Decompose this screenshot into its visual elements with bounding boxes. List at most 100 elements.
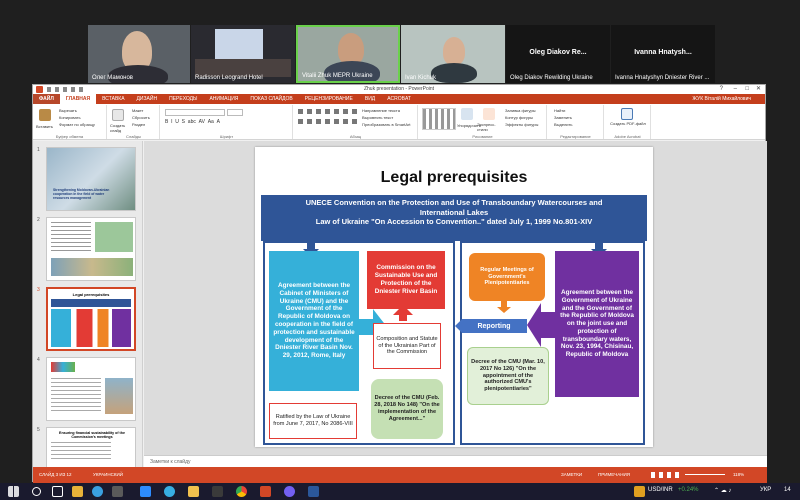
chrome-icon[interactable]	[236, 486, 247, 497]
new-slide-icon[interactable]	[112, 109, 124, 121]
meetings-box[interactable]: Regular Meetings of Government's Plenipo…	[469, 253, 545, 301]
video-tile-3[interactable]: Vitalii Zhuk MEPR Ukraine	[296, 25, 400, 83]
slide-thumbnail-4[interactable]	[46, 357, 136, 421]
tab-review[interactable]: РЕЦЕНЗИРОВАНИЕ	[299, 94, 359, 104]
zoom-slider[interactable]	[685, 474, 725, 475]
align-buttons[interactable]	[298, 119, 358, 124]
slide-thumbnails-pane[interactable]: 1 Strengthening Moldovan-Ukrainian coope…	[33, 141, 143, 467]
word-icon[interactable]	[308, 486, 319, 497]
video-tile-1[interactable]: Олег Мамонов	[88, 25, 190, 83]
telegram-icon[interactable]	[164, 486, 175, 497]
comments-toggle[interactable]: ПРИМЕЧАНИЯ	[598, 467, 630, 483]
zoom-level[interactable]: 118%	[733, 467, 744, 483]
shape-fill-button[interactable]: Заливка фигуры	[505, 108, 536, 113]
group-slides: Создать слайд Макет Сбросить Раздел Слай…	[108, 105, 160, 139]
gov-agreement-box[interactable]: Agreement between the Government of Ukra…	[555, 251, 639, 397]
format-painter-button[interactable]: Формат по образцу	[59, 122, 95, 127]
find-button[interactable]: Найти	[554, 108, 565, 113]
slide-editor[interactable]: Legal prerequisites UNECE Convention on …	[144, 141, 767, 455]
tab-animations[interactable]: АНИМАЦИЯ	[203, 94, 244, 104]
cut-button[interactable]: Вырезать	[59, 108, 77, 113]
composition-box[interactable]: Composition and Statute of the Ukrainian…	[373, 323, 441, 369]
keyboard-language[interactable]: УКР	[760, 487, 771, 493]
zoom-icon[interactable]	[140, 486, 151, 497]
close-icon[interactable]: ✕	[756, 85, 761, 94]
tab-view[interactable]: ВИД	[359, 94, 381, 104]
slide-thumbnail-5[interactable]: Ensuring financial sustainability of the…	[46, 427, 136, 467]
tray-icons[interactable]: ⌃ ☁ ♪	[714, 487, 731, 494]
task-view-icon[interactable]	[52, 486, 63, 497]
shape-outline-button[interactable]: Контур фигуры	[505, 115, 533, 120]
tab-file[interactable]: ФАЙЛ	[33, 94, 60, 104]
language-indicator[interactable]: УКРАИНСКИЙ	[93, 467, 123, 483]
copy-button[interactable]: Копировать	[59, 115, 81, 120]
thumb-header	[51, 299, 131, 307]
decree-appointment-box[interactable]: Decree of the CMU (Mar. 10, 2017 No 126)…	[467, 347, 549, 405]
minimize-icon[interactable]: –	[734, 85, 737, 94]
notes-toggle[interactable]: ЗАМЕТКИ	[561, 467, 582, 483]
powerpoint-taskbar-icon[interactable]	[260, 486, 271, 497]
reset-button[interactable]: Сбросить	[132, 115, 150, 120]
pdf-icon[interactable]	[621, 108, 633, 120]
decree-implementation-box[interactable]: Decree of the CMU (Feb. 28, 2018 No 148)…	[371, 379, 443, 439]
shape-effects-button[interactable]: Эффекты фигуры	[505, 122, 538, 127]
app-icon[interactable]	[212, 486, 223, 497]
video-tile-2[interactable]: Radisson Leogrand Hotel	[191, 25, 295, 83]
paste-icon[interactable]	[39, 109, 51, 121]
maximize-icon[interactable]: □	[745, 85, 749, 94]
video-tile-4[interactable]: Ivan Kichuk	[401, 25, 505, 83]
font-name-select[interactable]	[165, 109, 225, 116]
font-size-select[interactable]	[227, 109, 243, 116]
video-tile-5[interactable]: Oleg Diakov Re... Oleg Diakov Rewilding …	[506, 25, 610, 83]
tab-insert[interactable]: ВСТАВКА	[96, 94, 130, 104]
video-tile-6[interactable]: Ivanna Hnatysh... Ivanna Hnatyshyn Dnies…	[611, 25, 715, 83]
arrange-icon[interactable]	[461, 108, 473, 120]
file-explorer-icon[interactable]	[72, 486, 83, 497]
folder-icon[interactable]	[188, 486, 199, 497]
current-slide[interactable]: Legal prerequisites UNECE Convention on …	[255, 147, 653, 447]
tab-acrobat[interactable]: ACROBAT	[381, 94, 417, 104]
paste-button[interactable]: Вставить	[36, 124, 53, 129]
new-slide-button[interactable]: Создать слайд	[110, 123, 130, 133]
search-icon[interactable]	[32, 487, 41, 496]
help-icon[interactable]: ?	[720, 85, 723, 94]
cmu-agreement-box[interactable]: Agreement between the Cabinet of Ministe…	[269, 251, 359, 391]
windows-start-icon[interactable]	[8, 486, 19, 497]
reporting-arrow[interactable]: Reporting	[455, 319, 527, 333]
thumb-text	[51, 378, 101, 414]
view-buttons[interactable]	[651, 472, 681, 478]
group-label: Рисование	[472, 134, 493, 139]
font-format-buttons[interactable]: B I U S abc AV Aa A	[165, 119, 275, 125]
store-icon[interactable]	[112, 486, 123, 497]
align-text-button[interactable]: Выровнять текст	[362, 115, 393, 120]
layout-button[interactable]: Макет	[132, 108, 143, 113]
section-button[interactable]: Раздел	[132, 122, 145, 127]
ratified-box[interactable]: Ratified by the Law of Ukraine from June…	[269, 403, 357, 439]
select-button[interactable]: Выделить	[554, 122, 572, 127]
tab-home[interactable]: ГЛАВНАЯ	[59, 94, 97, 104]
edge-icon[interactable]	[92, 486, 103, 497]
notes-pane[interactable]: Заметки к слайду	[144, 455, 767, 467]
slide-thumbnail-2[interactable]	[46, 217, 136, 281]
slide-thumbnail-1[interactable]: Strengthening Moldovan-Ukrainian coopera…	[46, 147, 136, 211]
tab-slideshow[interactable]: ПОКАЗ СЛАЙДОВ	[244, 94, 298, 104]
quick-access-toolbar[interactable]	[47, 87, 87, 92]
replace-button[interactable]: Заменить	[554, 115, 572, 120]
tab-transitions[interactable]: ПЕРЕХОДЫ	[163, 94, 203, 104]
convert-smartart-button[interactable]: Преобразовать в SmartArt	[362, 122, 411, 127]
participant-name: Ivan Kichuk	[405, 75, 437, 81]
user-name[interactable]: ЖУК Віталій Михайлович	[692, 96, 751, 102]
clock[interactable]: 14	[784, 487, 791, 493]
quick-styles-icon[interactable]	[483, 108, 495, 120]
list-buttons[interactable]	[298, 109, 358, 114]
shapes-gallery[interactable]	[422, 108, 456, 130]
commission-box[interactable]: Commission on the Sustainable Use and Pr…	[367, 251, 445, 309]
thumb-logos	[51, 362, 75, 372]
tab-design[interactable]: ДИЗАЙН	[131, 94, 164, 104]
quick-styles-button[interactable]: Экспресс-стили	[477, 122, 501, 132]
slide-thumbnail-3[interactable]: Legal prerequisites	[46, 287, 136, 351]
create-pdf-button[interactable]: Создать PDF-файл	[609, 121, 647, 127]
viber-icon[interactable]	[284, 486, 295, 497]
thumb-number: 3	[37, 287, 40, 293]
text-direction-button[interactable]: Направление текста	[362, 108, 400, 113]
